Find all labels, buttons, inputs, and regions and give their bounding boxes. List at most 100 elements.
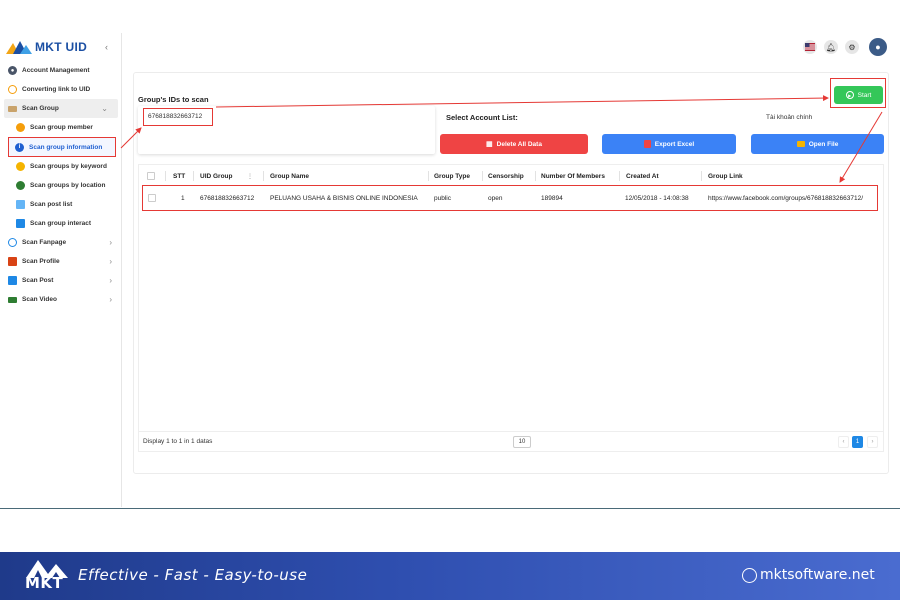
sidebar-item-account-management[interactable]: ● Account Management <box>0 61 122 80</box>
sidebar-item-scan-post-list[interactable]: Scan post list <box>0 195 122 214</box>
open-file-button[interactable]: Open File <box>751 134 884 154</box>
header-stt[interactable]: STT <box>173 167 185 185</box>
user-circle-icon: ● <box>8 66 17 75</box>
sidebar-item-scan-group-member[interactable]: Scan group member <box>0 118 122 137</box>
sidebar-item-scan-groups-by-location[interactable]: Scan groups by location <box>0 176 122 195</box>
banner-logo-text: MKT <box>25 574 64 592</box>
sidebar-item-scan-video[interactable]: Scan Video › <box>0 290 122 309</box>
header-uid-group[interactable]: UID Group <box>200 167 233 185</box>
bell-icon[interactable]: 🔔︎ <box>824 40 838 54</box>
display-info: Display 1 to 1 in 1 datas <box>143 438 213 445</box>
info-icon: i <box>15 142 24 152</box>
chevron-right-icon: › <box>109 238 112 247</box>
avatar[interactable]: ● <box>869 38 887 56</box>
sidebar-item-label: Account Management <box>22 67 90 74</box>
cell-censorship: open <box>488 194 503 202</box>
sidebar-item-converting-link[interactable]: Converting link to UID <box>0 80 122 99</box>
folder-icon <box>796 141 805 147</box>
sidebar-nav: ● Account Management Converting link to … <box>0 61 122 309</box>
cell-members: 189894 <box>541 194 563 202</box>
start-button[interactable]: ▶ Start <box>834 86 883 104</box>
sidebar-item-label: Scan Video <box>22 296 57 303</box>
cell-group-name: PELUANG USAHA & BISNIS ONLINE INDONESIA <box>270 194 418 202</box>
banner-site[interactable]: mktsoftware.net <box>742 567 875 583</box>
delete-all-data-label: Delete All Data <box>496 140 542 148</box>
header-group-link[interactable]: Group Link <box>708 167 743 185</box>
account-list-label: Select Account List: <box>446 113 518 122</box>
table-footer: Display 1 to 1 in 1 datas 10 ‹ 1 › <box>138 431 884 452</box>
sidebar-item-label: Scan group interact <box>30 220 92 227</box>
header-censorship[interactable]: Censorship <box>488 167 524 185</box>
sidebar-item-label: Scan Profile <box>22 258 60 265</box>
start-label: Start <box>857 91 872 99</box>
chevron-right-icon: › <box>109 257 112 266</box>
us-flag-icon[interactable] <box>803 40 817 54</box>
sidebar-item-label: Scan Fanpage <box>22 239 67 246</box>
sort-icon[interactable]: ⋮ <box>247 167 253 185</box>
sidebar-item-scan-groups-by-keyword[interactable]: Scan groups by keyword <box>0 157 122 176</box>
document-icon <box>8 276 17 285</box>
cell-created-at: 12/05/2018 - 14:08:38 <box>625 194 689 202</box>
cell-stt: 1 <box>181 194 185 202</box>
video-icon <box>8 296 17 303</box>
folder-icon <box>8 105 17 112</box>
group-ids-label: Group's IDs to scan <box>138 95 209 104</box>
sidebar-item-scan-fanpage[interactable]: Scan Fanpage › <box>0 233 122 252</box>
users-icon <box>16 123 25 132</box>
promo-banner: MKT Effective - Fast - Easy-to-use mktso… <box>0 552 900 600</box>
key-icon <box>16 162 25 171</box>
chevron-down-icon: ⌄ <box>101 104 108 113</box>
page-1-button[interactable]: 1 <box>852 436 863 448</box>
next-page-button[interactable]: › <box>867 436 878 448</box>
page-size-select[interactable]: 10 <box>513 436 531 448</box>
cell-group-link[interactable]: https://www.facebook.com/groups/67681883… <box>708 186 863 210</box>
select-all-checkbox[interactable] <box>147 167 155 185</box>
sidebar-item-label: Scan groups by keyword <box>30 163 107 170</box>
account-select[interactable]: Tài khoản chính <box>756 110 882 128</box>
trash-icon: ▦ <box>486 141 493 148</box>
row-checkbox[interactable] <box>148 186 156 210</box>
home-icon <box>8 257 17 266</box>
sidebar-item-label: Scan post list <box>30 201 73 208</box>
export-excel-button[interactable]: Export Excel <box>602 134 736 154</box>
chevron-right-icon: › <box>109 276 112 285</box>
delete-all-data-button[interactable]: ▦ Delete All Data <box>440 134 588 154</box>
open-file-label: Open File <box>808 140 839 148</box>
sidebar-item-scan-group-information[interactable]: i Scan group information <box>8 137 116 157</box>
topbar: 🔔︎ ⚙ ● <box>122 33 900 61</box>
group-id-value[interactable]: 676818832663712 <box>143 108 213 126</box>
header-group-type[interactable]: Group Type <box>434 167 470 185</box>
app-logo: MKT UID <box>6 40 87 54</box>
excel-icon <box>643 140 651 148</box>
sidebar-item-scan-post[interactable]: Scan Post › <box>0 271 122 290</box>
prev-page-button[interactable]: ‹ <box>838 436 849 448</box>
sidebar-item-label: Converting link to UID <box>22 86 91 93</box>
sidebar-item-label: Scan Group <box>22 105 59 112</box>
refresh-icon <box>8 85 17 94</box>
sidebar: MKT UID ‹ ● Account Management Convertin… <box>0 33 122 507</box>
sidebar-item-label: Scan group member <box>30 124 93 131</box>
chevron-left-icon[interactable]: ‹ <box>105 42 108 52</box>
header-group-name[interactable]: Group Name <box>270 167 309 185</box>
cell-group-type: public <box>434 194 451 202</box>
calendar-icon <box>16 219 25 228</box>
sidebar-item-label: Scan group information <box>29 143 103 151</box>
chevron-right-icon: › <box>109 295 112 304</box>
sidebar-item-scan-group[interactable]: Scan Group ⌄ <box>4 99 118 118</box>
play-icon: ▶ <box>845 91 854 99</box>
sidebar-item-scan-group-interact[interactable]: Scan group interact <box>0 214 122 233</box>
export-excel-label: Export Excel <box>654 140 695 148</box>
search-icon <box>8 238 17 247</box>
banner-tagline: Effective - Fast - Easy-to-use <box>78 566 308 584</box>
gear-icon[interactable]: ⚙ <box>845 40 859 54</box>
list-icon <box>16 200 25 209</box>
header-number-of-members[interactable]: Number Of Members <box>541 167 605 185</box>
header-created-at[interactable]: Created At <box>626 167 659 185</box>
table-row[interactable]: 1 676818832663712 PELUANG USAHA & BISNIS… <box>142 185 878 211</box>
sidebar-item-scan-profile[interactable]: Scan Profile › <box>0 252 122 271</box>
table-header: STT UID Group ⋮ Group Name Group Type Ce… <box>138 167 884 185</box>
sidebar-item-label: Scan groups by location <box>30 182 106 189</box>
logo-text: MKT UID <box>35 40 88 54</box>
cell-uid: 676818832663712 <box>200 194 255 202</box>
logo-mountain-icon <box>6 41 32 54</box>
